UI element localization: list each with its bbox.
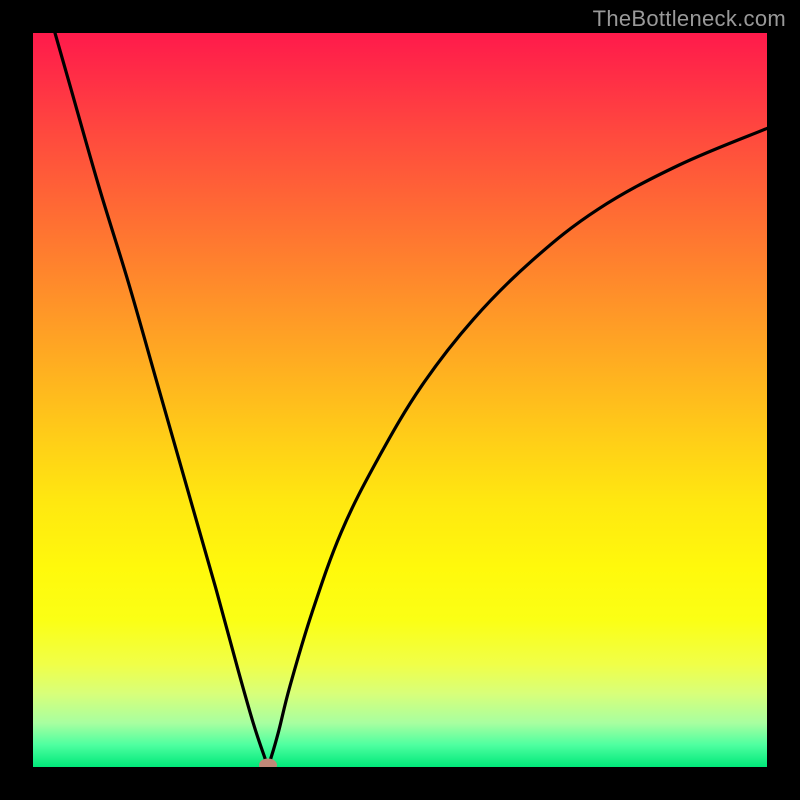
plot-area	[33, 33, 767, 767]
optimal-point-marker	[259, 758, 277, 767]
bottleneck-curve	[33, 33, 767, 767]
watermark-text: TheBottleneck.com	[593, 6, 786, 32]
chart-frame: TheBottleneck.com	[0, 0, 800, 800]
